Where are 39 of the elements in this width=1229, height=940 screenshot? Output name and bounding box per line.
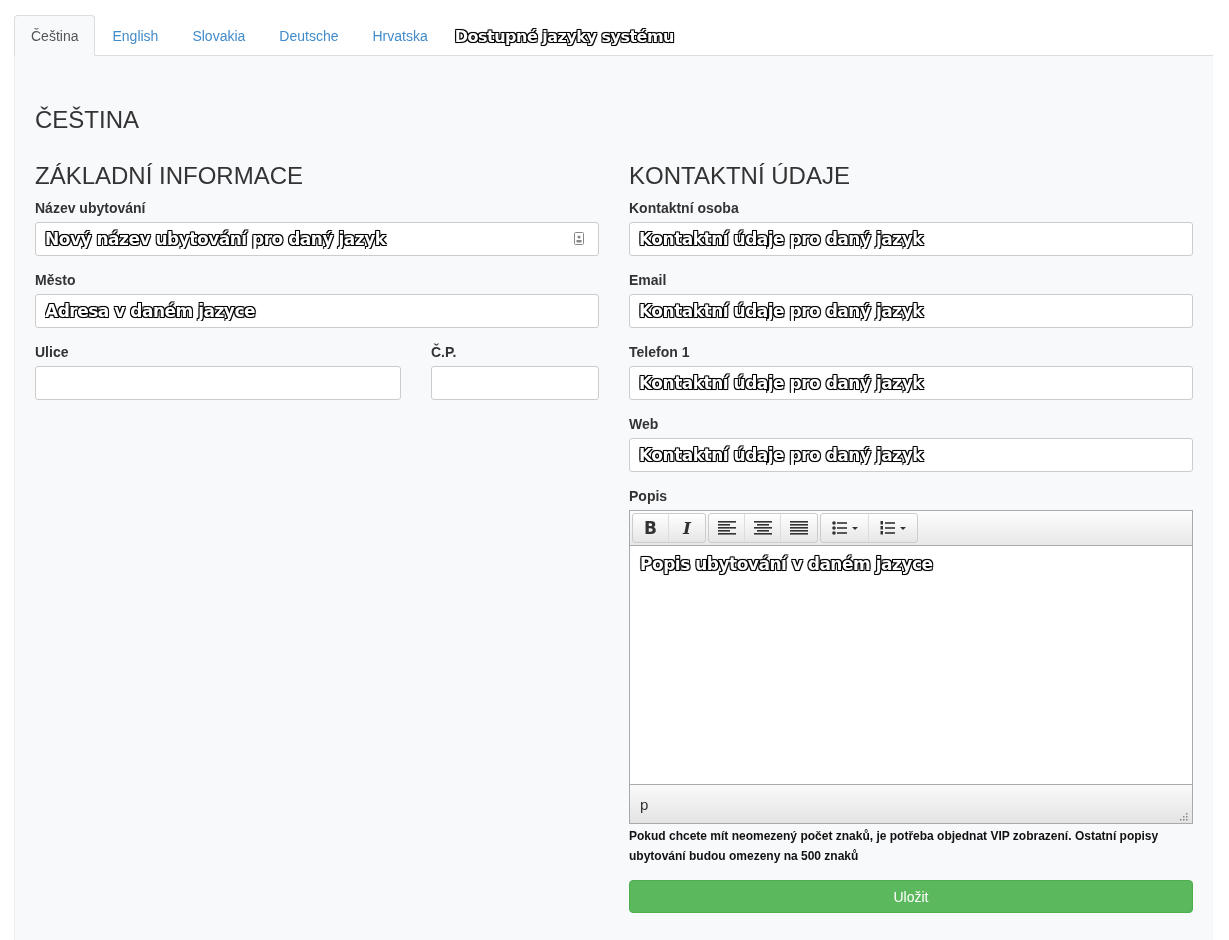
bold-button[interactable]: B: [633, 514, 669, 542]
text-field[interactable]: Kontaktní údaje pro daný jazyk: [629, 366, 1193, 400]
text-field[interactable]: Kontaktní údaje pro daný jazyk: [629, 438, 1193, 472]
field-label: Telefon 1: [629, 344, 691, 360]
language-tab[interactable]: Hrvatska: [355, 15, 445, 56]
field-label: Č.P.: [431, 344, 458, 360]
align-center-icon: [753, 521, 772, 535]
text-field[interactable]: Kontaktní údaje pro daný jazyk: [629, 222, 1193, 256]
section-title: ZÁKLADNÍ INFORMACE: [35, 162, 305, 190]
element-path: p: [640, 795, 649, 813]
annotation-label: Dostupné jazyky systému: [454, 27, 674, 46]
field-label: Kontaktní osoba: [629, 200, 740, 216]
section-title: KONTAKTNÍ ÚDAJE: [629, 162, 851, 190]
section-heading: ČEŠTINA: [35, 105, 140, 135]
editor-content: Popis ubytování v daném jazyce: [640, 554, 933, 574]
field-label: Město: [35, 272, 77, 288]
house-number-field[interactable]: [431, 366, 599, 400]
field-label: Popis: [629, 488, 669, 504]
character-limit-note: Pokud chcete mít neomezený počet znaků, je potřeba objednat VIP zobrazení. Ostatní popisy ubytování budou omezeny na 500 znaků: [629, 828, 1160, 865]
field-label: Název ubytování: [35, 200, 147, 216]
editor-text-area[interactable]: Popis ubytování v daném jazyce: [630, 546, 1192, 784]
align-left-icon: [717, 521, 736, 535]
field-label: Web: [629, 416, 660, 432]
language-tab[interactable]: Čeština: [14, 15, 96, 56]
street-field[interactable]: [35, 366, 401, 400]
contact-card-icon: [574, 232, 584, 245]
bullet-list-icon: [831, 521, 858, 535]
italic-button[interactable]: I: [669, 514, 705, 542]
text-field[interactable]: Adresa v daném jazyce: [35, 294, 599, 328]
resize-grip-icon[interactable]: [1178, 811, 1188, 821]
text-field[interactable]: Nový název ubytování pro daný jazyk: [35, 222, 599, 256]
language-tab[interactable]: Deutsche: [262, 15, 356, 56]
language-tab[interactable]: English: [95, 15, 176, 56]
field-label: Email: [629, 272, 668, 288]
field-label: Ulice: [35, 344, 70, 360]
language-tab[interactable]: Slovakia: [175, 15, 263, 56]
numbered-list-icon: [880, 521, 906, 535]
justify-icon: [790, 521, 808, 535]
text-field[interactable]: Kontaktní údaje pro daný jazyk: [629, 294, 1193, 328]
